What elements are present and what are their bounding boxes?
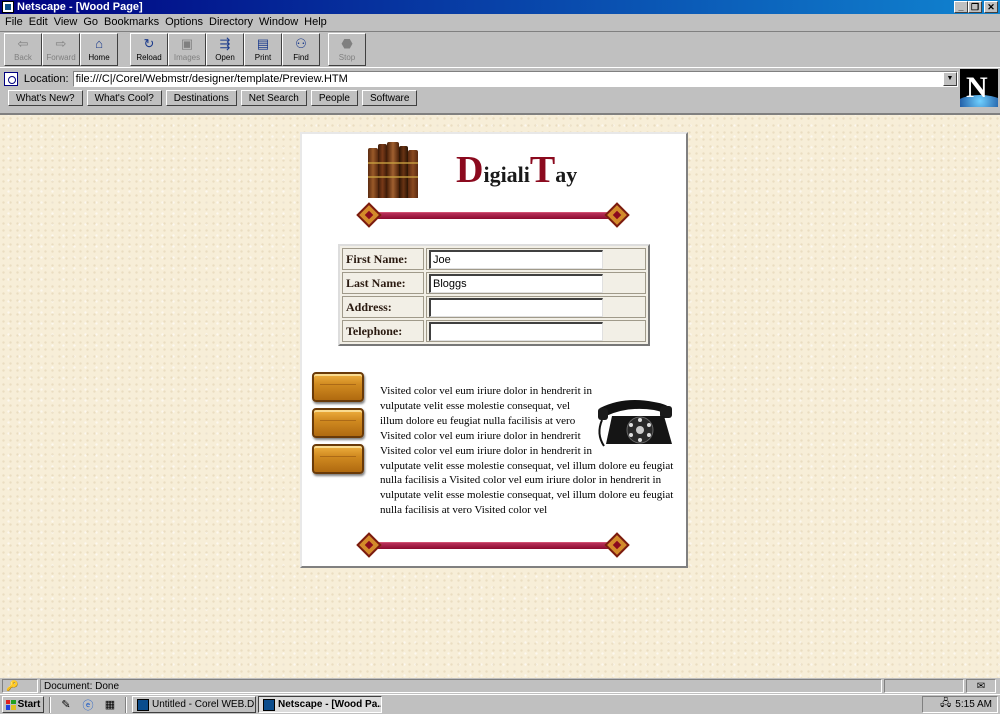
reload-button[interactable]: ↻ Reload xyxy=(130,33,168,66)
taskbar: Start ✎ ⓔ ▦ Untitled - Corel WEB.DESI...… xyxy=(0,694,1000,714)
software-button[interactable]: Software xyxy=(361,90,418,106)
navigation-toolbar: ⇦ Back ⇨ Forward ⌂ Home ↻ Reload ▣ Image… xyxy=(0,31,1000,68)
menu-file[interactable]: File xyxy=(2,16,26,28)
location-input[interactable]: file:///C|/Corel/Webmstr/designer/templa… xyxy=(72,71,958,87)
find-button[interactable]: ⚇ Find xyxy=(282,33,320,66)
clock[interactable]: 5:15 AM xyxy=(955,699,992,710)
menu-view[interactable]: View xyxy=(51,16,81,28)
last-name-input[interactable]: Bloggs xyxy=(429,273,603,293)
close-button[interactable]: ✕ xyxy=(984,1,998,13)
address-input[interactable] xyxy=(429,297,603,317)
home-icon: ⌂ xyxy=(95,36,103,51)
forward-button[interactable]: ⇨ Forward xyxy=(42,33,80,66)
security-key-icon[interactable]: 🔑 xyxy=(2,679,38,693)
destinations-button[interactable]: Destinations xyxy=(165,90,237,106)
diamond-ornament-icon xyxy=(356,532,382,558)
system-tray: 🖧 5:15 AM xyxy=(922,696,998,713)
top-divider xyxy=(356,202,630,228)
body-text: Visited color vel eum iriure dolor in he… xyxy=(380,384,678,518)
open-button[interactable]: ⇶ Open xyxy=(206,33,244,66)
netscape-app-icon[interactable] xyxy=(2,1,14,13)
menu-bar: File Edit View Go Bookmarks Options Dire… xyxy=(0,14,1000,30)
start-button[interactable]: Start xyxy=(2,696,44,713)
diamond-ornament-icon xyxy=(356,202,382,228)
open-icon: ⇶ xyxy=(219,36,231,51)
last-name-label: Last Name: xyxy=(342,272,424,294)
mail-icon[interactable]: ✉ xyxy=(966,679,996,693)
menu-window[interactable]: Window xyxy=(256,16,301,28)
images-icon: ▣ xyxy=(180,36,194,51)
stop-button[interactable]: ⬣ Stop xyxy=(328,33,366,66)
quicklaunch-desktop-icon[interactable]: ✎ xyxy=(58,697,74,713)
location-bar: Location: file:///C|/Corel/Webmstr/desig… xyxy=(0,69,958,89)
page-proxy-icon[interactable] xyxy=(4,72,18,86)
first-name-label: First Name: xyxy=(342,248,424,270)
corel-app-icon xyxy=(137,698,149,711)
menu-options[interactable]: Options xyxy=(162,16,206,28)
net-search-button[interactable]: Net Search xyxy=(240,90,307,106)
directory-buttons-bar: What's New? What's Cool? Destinations Ne… xyxy=(0,89,958,107)
binoculars-icon: ⚇ xyxy=(295,36,307,51)
page-content: DigialiTay First Name: Joe Last Name: Bl… xyxy=(0,113,1000,678)
forward-arrow-icon: ⇨ xyxy=(55,36,67,51)
task-netscape[interactable]: Netscape - [Wood Pa... xyxy=(258,696,382,713)
netscape-logo[interactable]: N xyxy=(960,69,998,107)
window-title-bar[interactable]: Netscape - [Wood Page] _ ❐ ✕ xyxy=(0,0,1000,14)
network-tray-icon[interactable]: 🖧 xyxy=(940,696,951,713)
menu-go[interactable]: Go xyxy=(80,16,101,28)
location-dropdown-icon[interactable]: ▼ xyxy=(943,72,957,86)
wood-nav-button-3[interactable] xyxy=(312,444,364,474)
bottom-divider xyxy=(356,532,630,558)
menu-bookmarks[interactable]: Bookmarks xyxy=(101,16,162,28)
status-bar: 🔑 Document: Done ✉ xyxy=(0,678,1000,694)
quicklaunch-channels-icon[interactable]: ▦ xyxy=(102,697,118,713)
content-panel: DigialiTay First Name: Joe Last Name: Bl… xyxy=(300,132,688,568)
site-title: DigialiTay xyxy=(456,149,578,191)
menu-edit[interactable]: Edit xyxy=(26,16,51,28)
telephone-label: Telephone: xyxy=(342,320,424,342)
task-corel-web-designer[interactable]: Untitled - Corel WEB.DESI... xyxy=(132,696,256,713)
diamond-ornament-icon xyxy=(604,202,630,228)
netscape-task-icon xyxy=(263,698,275,711)
minimize-button[interactable]: _ xyxy=(954,1,968,13)
restore-button[interactable]: ❐ xyxy=(968,1,982,13)
address-label: Address: xyxy=(342,296,424,318)
back-arrow-icon: ⇦ xyxy=(17,36,29,51)
printer-icon: ▤ xyxy=(256,36,270,51)
menu-directory[interactable]: Directory xyxy=(206,16,256,28)
print-button[interactable]: ▤ Print xyxy=(244,33,282,66)
back-button[interactable]: ⇦ Back xyxy=(4,33,42,66)
contact-form: First Name: Joe Last Name: Bloggs Addres… xyxy=(338,244,650,346)
whats-cool-button[interactable]: What's Cool? xyxy=(86,90,162,106)
wood-nav-button-1[interactable] xyxy=(312,372,364,402)
stop-icon: ⬣ xyxy=(341,36,353,51)
telephone-image xyxy=(594,394,678,452)
location-url: file:///C|/Corel/Webmstr/designer/templa… xyxy=(75,73,348,85)
people-button[interactable]: People xyxy=(310,90,358,106)
window-title: Netscape - [Wood Page] xyxy=(17,1,143,13)
telephone-input[interactable] xyxy=(429,321,603,341)
whats-new-button[interactable]: What's New? xyxy=(8,90,83,106)
status-text: Document: Done xyxy=(40,679,882,693)
images-button[interactable]: ▣ Images xyxy=(168,33,206,66)
wood-nav-button-2[interactable] xyxy=(312,408,364,438)
windows-logo-icon xyxy=(5,699,16,710)
reload-icon: ↻ xyxy=(143,36,155,51)
menu-help[interactable]: Help xyxy=(301,16,330,28)
quicklaunch-ie-icon[interactable]: ⓔ xyxy=(80,697,96,713)
diamond-ornament-icon xyxy=(604,532,630,558)
progress-area xyxy=(884,679,964,693)
first-name-input[interactable]: Joe xyxy=(429,249,603,269)
books-image xyxy=(364,140,420,198)
home-button[interactable]: ⌂ Home xyxy=(80,33,118,66)
location-label: Location: xyxy=(23,73,69,85)
